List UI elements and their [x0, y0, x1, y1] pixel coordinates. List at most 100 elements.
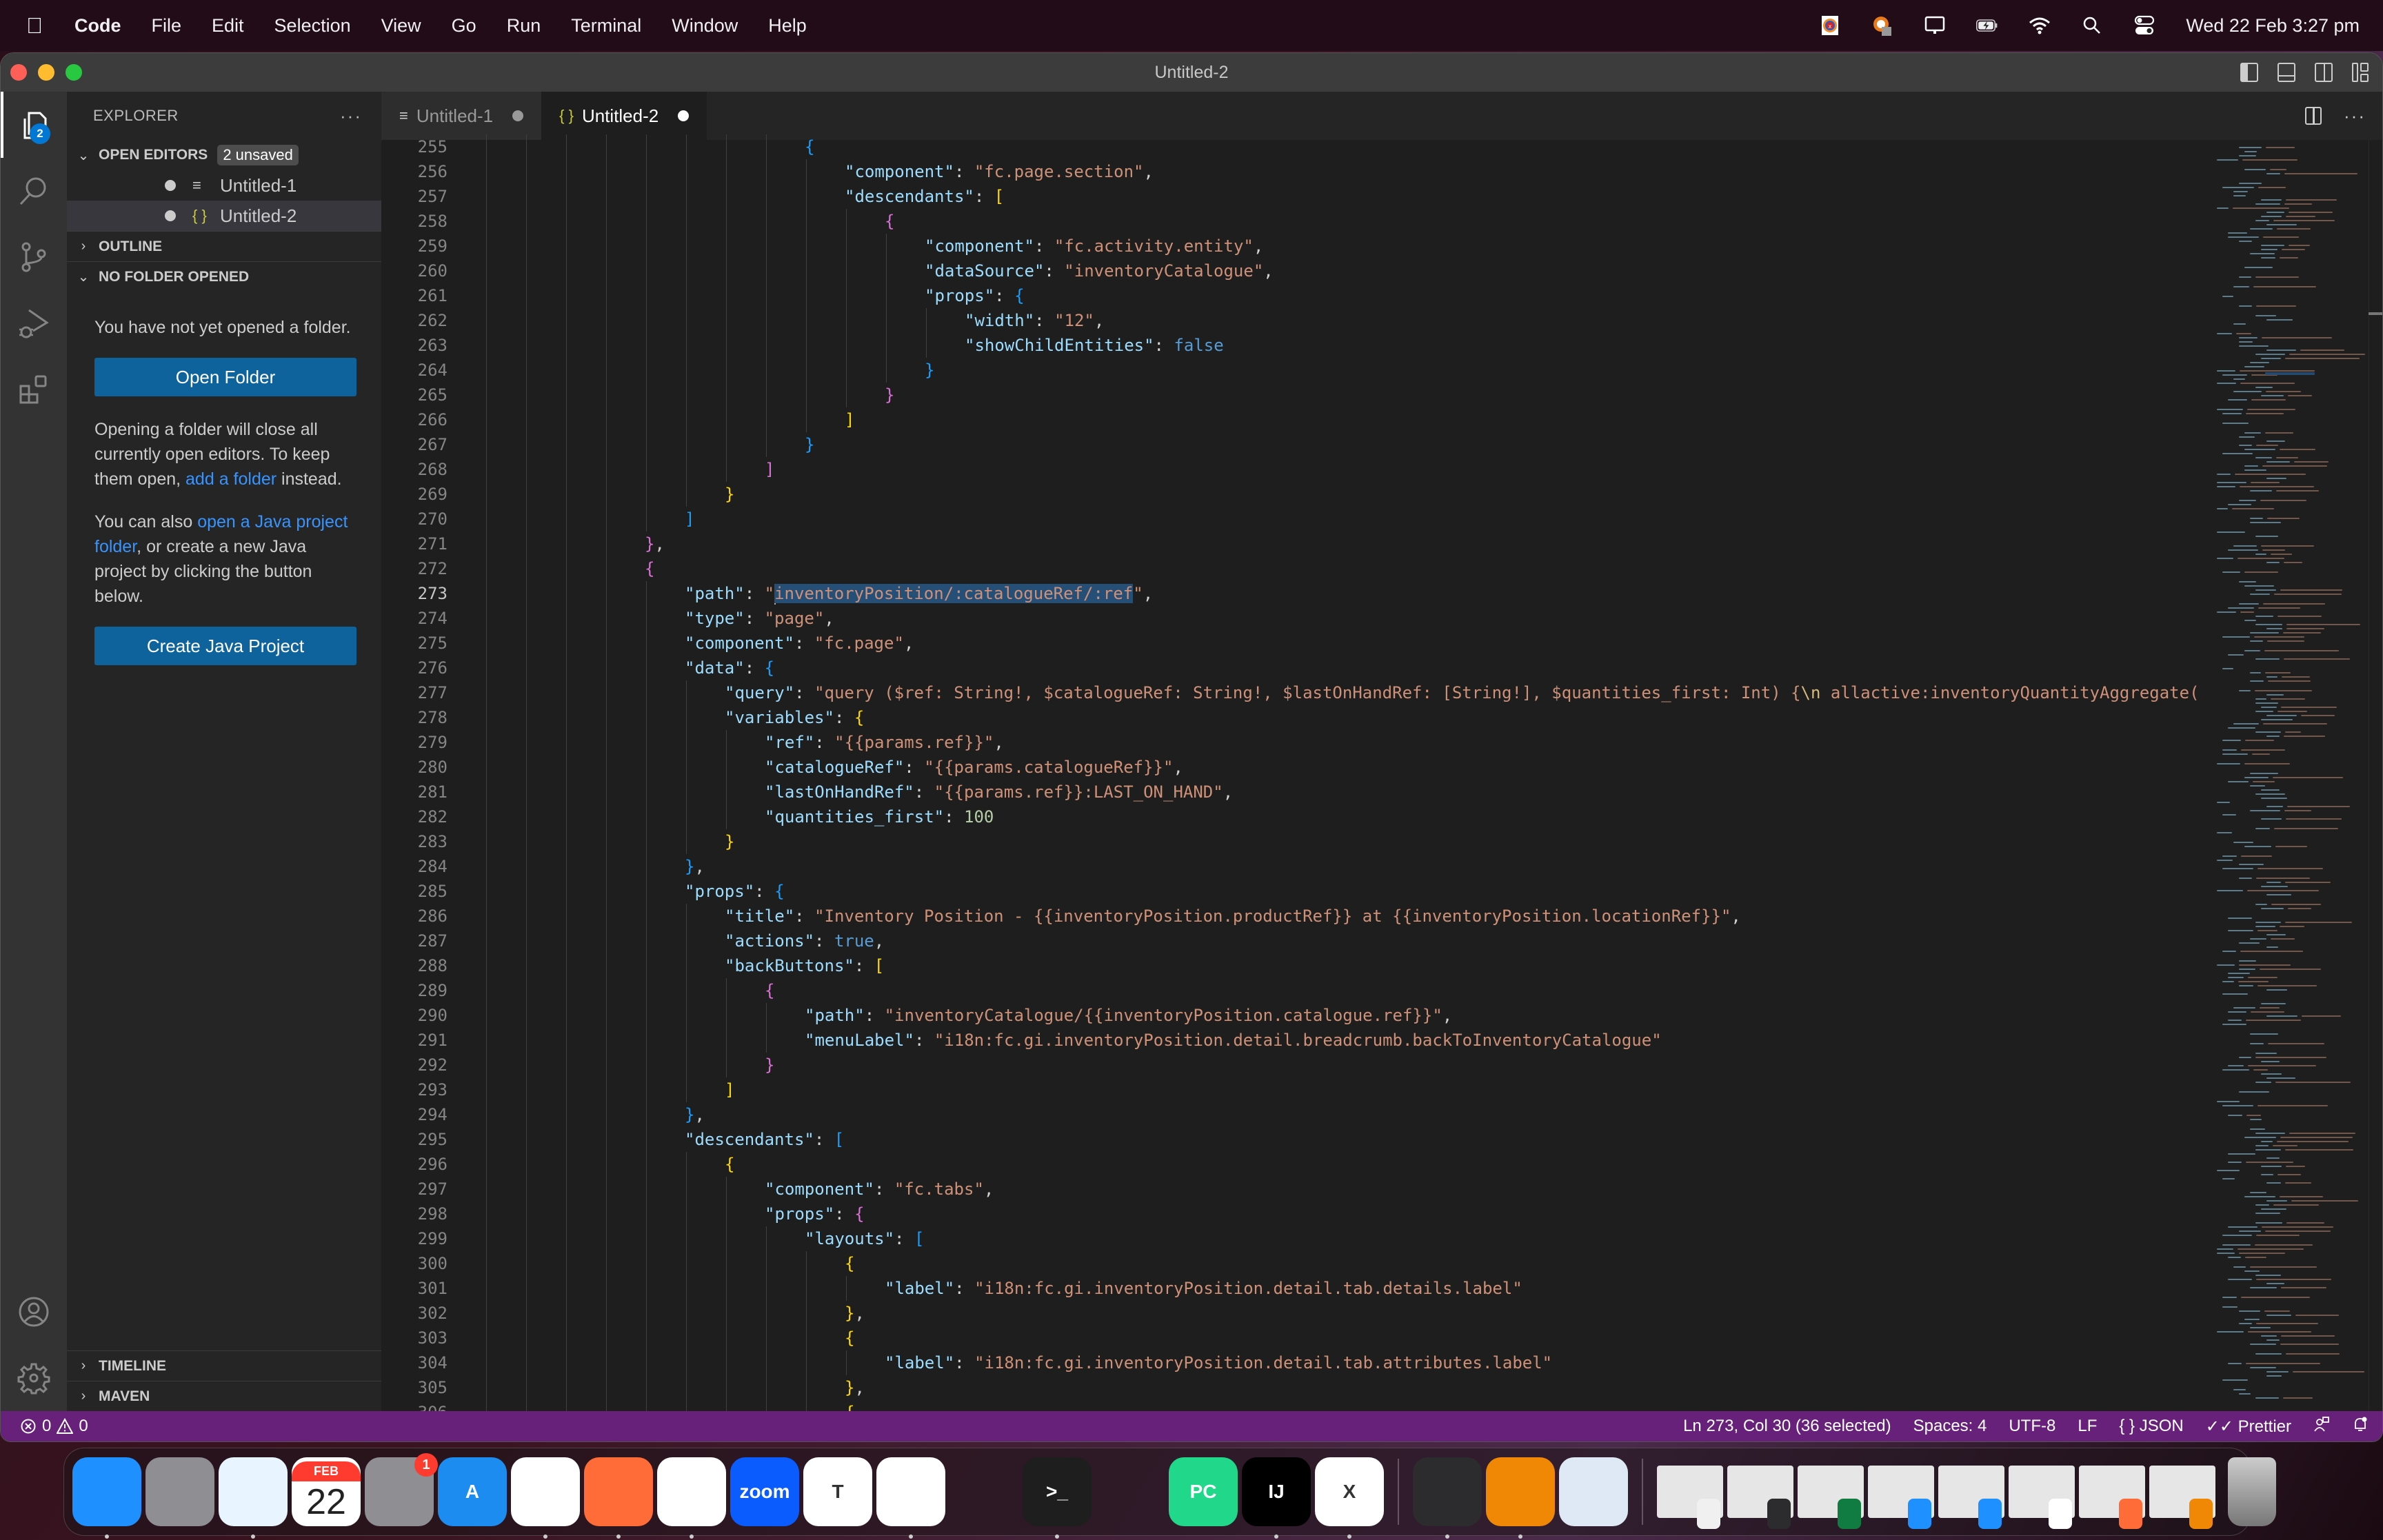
code-lines[interactable]: 255{256 "component": "fc.page.section", 25… — [381, 134, 2217, 1411]
line-number[interactable]: 274 — [381, 606, 448, 631]
line-number[interactable]: 265 — [381, 383, 448, 407]
line-number[interactable]: 258 — [381, 209, 448, 234]
display-icon[interactable] — [1924, 14, 1946, 37]
code-line[interactable]: 266] — [381, 407, 2217, 432]
code-line[interactable]: 285 "props": { — [381, 879, 2217, 904]
code-line[interactable]: 259 "component": "fc.activity.entity", — [381, 234, 2217, 259]
battery-charging-icon[interactable] — [1976, 14, 1998, 37]
code-line[interactable]: 292} — [381, 1053, 2217, 1077]
dock-app-system-settings[interactable]: 1 — [365, 1453, 438, 1526]
encoding[interactable]: UTF-8 — [2009, 1417, 2055, 1436]
code-line[interactable]: 263 "showChildEntities": false — [381, 333, 2217, 358]
explorer-more-actions-icon[interactable]: ··· — [340, 105, 362, 127]
menu-run[interactable]: Run — [507, 15, 541, 37]
line-number[interactable]: 302 — [381, 1301, 448, 1326]
code-line[interactable]: 255 { — [381, 134, 2217, 159]
line-number[interactable]: 277 — [381, 680, 448, 705]
menu-file[interactable]: File — [152, 15, 182, 37]
code-line[interactable]: 276 "data": { — [381, 656, 2217, 680]
vertical-scrollbar[interactable] — [2369, 140, 2382, 1411]
unsaved-dot-icon[interactable] — [678, 110, 690, 121]
maximize-window-button[interactable] — [66, 64, 82, 81]
code-line[interactable]: 301 "label": "i18n:fc.gi.inventoryPositio… — [381, 1276, 2217, 1301]
dock-app-pycharm[interactable]: PC — [1169, 1457, 1238, 1526]
dock-app-intellij-idea[interactable]: IJ — [1242, 1457, 1311, 1539]
dock-app-draw-io[interactable] — [1486, 1457, 1555, 1539]
open-editor-untitled-1[interactable]: ≡ Untitled-1 — [67, 170, 381, 201]
dock-app-finder[interactable] — [72, 1457, 141, 1539]
code-line[interactable]: 287 "actions": true, — [381, 929, 2217, 953]
code-line[interactable]: 269} — [381, 482, 2217, 507]
dock-trash-icon[interactable] — [2228, 1457, 2276, 1526]
line-number[interactable]: 291 — [381, 1028, 448, 1053]
line-number[interactable]: 271 — [381, 531, 448, 556]
open-editors-section[interactable]: ⌄ OPEN EDITORS 2 unsaved — [67, 140, 381, 170]
activity-search[interactable] — [1, 158, 67, 224]
outline-section[interactable]: › OUTLINE — [67, 231, 381, 261]
dock-app-safari[interactable] — [219, 1457, 288, 1539]
dock-minimized-excel-window[interactable] — [1798, 1466, 1864, 1529]
line-number[interactable]: 282 — [381, 804, 448, 829]
line-number[interactable]: 287 — [381, 929, 448, 953]
code-line[interactable]: 286 "title": "Inventory Position - {{inve… — [381, 904, 2217, 929]
line-number[interactable]: 264 — [381, 358, 448, 383]
line-number[interactable]: 275 — [381, 631, 448, 656]
tab-untitled-1[interactable]: ≡ Untitled-1 — [381, 92, 542, 140]
code-line[interactable]: 299 "layouts": [ — [381, 1226, 2217, 1251]
code-line[interactable]: 258 { — [381, 209, 2217, 234]
line-number[interactable]: 297 — [381, 1177, 448, 1202]
line-number[interactable]: 283 — [381, 829, 448, 854]
activity-extensions[interactable] — [1, 356, 67, 423]
code-line[interactable]: 282 "quantities_first": 100 — [381, 804, 2217, 829]
wifi-icon[interactable] — [2029, 14, 2051, 37]
toggle-primary-sidebar-icon[interactable] — [2240, 63, 2258, 82]
line-number[interactable]: 256 — [381, 159, 448, 184]
line-number[interactable]: 284 — [381, 854, 448, 879]
code-line[interactable]: 304 "label": "i18n:fc.gi.inventoryPositio… — [381, 1350, 2217, 1375]
code-line[interactable]: 296 { — [381, 1152, 2217, 1177]
line-number[interactable]: 292 — [381, 1053, 448, 1077]
line-number[interactable]: 278 — [381, 705, 448, 730]
line-number[interactable]: 276 — [381, 656, 448, 680]
line-number[interactable]: 272 — [381, 556, 448, 581]
code-editor[interactable]: 255{256 "component": "fc.page.section", 25… — [381, 134, 2382, 1411]
code-line[interactable]: 280 "catalogueRef": "{{params.catalogueRe… — [381, 755, 2217, 780]
code-line[interactable]: 264} — [381, 358, 2217, 383]
dock-minimized-safari-window[interactable] — [1868, 1466, 1934, 1529]
menu-edit[interactable]: Edit — [212, 15, 244, 37]
line-number[interactable]: 293 — [381, 1077, 448, 1102]
code-line[interactable]: 274 "type": "page", — [381, 606, 2217, 631]
toggle-secondary-sidebar-icon[interactable] — [2315, 63, 2333, 82]
code-line[interactable]: 268] — [381, 457, 2217, 482]
code-line[interactable]: 288 "backButtons": [ — [381, 953, 2217, 978]
line-number[interactable]: 304 — [381, 1350, 448, 1375]
code-line[interactable]: 281 "lastOnHandRef": "{{params.ref}}:LAST… — [381, 780, 2217, 804]
activity-manage[interactable] — [1, 1345, 67, 1411]
code-line[interactable]: 283} — [381, 829, 2217, 854]
proxy-icon[interactable] — [1871, 14, 1893, 37]
code-line[interactable]: 272 { — [381, 556, 2217, 581]
dock-app-zoom[interactable]: zoom — [730, 1457, 799, 1526]
code-line[interactable]: 271}, — [381, 531, 2217, 556]
menubar-clock[interactable]: Wed 22 Feb 3:27 pm — [2186, 15, 2360, 37]
timeline-section[interactable]: › TIMELINE — [67, 1350, 381, 1381]
line-number[interactable]: 294 — [381, 1102, 448, 1127]
dock-app-excel[interactable]: X — [1315, 1457, 1384, 1539]
create-java-project-button[interactable]: Create Java Project — [94, 627, 356, 665]
selected-text[interactable]: inventoryPosition/:catalogueRef/:ref — [774, 584, 1134, 603]
line-number[interactable]: 285 — [381, 879, 448, 904]
dock-app-preview[interactable] — [1559, 1457, 1628, 1526]
line-number[interactable]: 268 — [381, 457, 448, 482]
line-number[interactable]: 286 — [381, 904, 448, 929]
menu-selection[interactable]: Selection — [274, 15, 351, 37]
activity-source-control[interactable] — [1, 224, 67, 290]
problems-status[interactable]: 0 0 — [20, 1417, 88, 1436]
code-line[interactable]: 295 "descendants": [ — [381, 1127, 2217, 1152]
activity-explorer[interactable]: 2 — [1, 92, 67, 158]
dock-app-quicktime-player[interactable] — [1413, 1457, 1482, 1539]
maven-section[interactable]: › MAVEN — [67, 1381, 381, 1411]
code-line[interactable]: 297 "component": "fc.tabs", — [381, 1177, 2217, 1202]
line-number[interactable]: 299 — [381, 1226, 448, 1251]
line-number[interactable]: 280 — [381, 755, 448, 780]
code-line[interactable]: 261 "props": { — [381, 283, 2217, 308]
